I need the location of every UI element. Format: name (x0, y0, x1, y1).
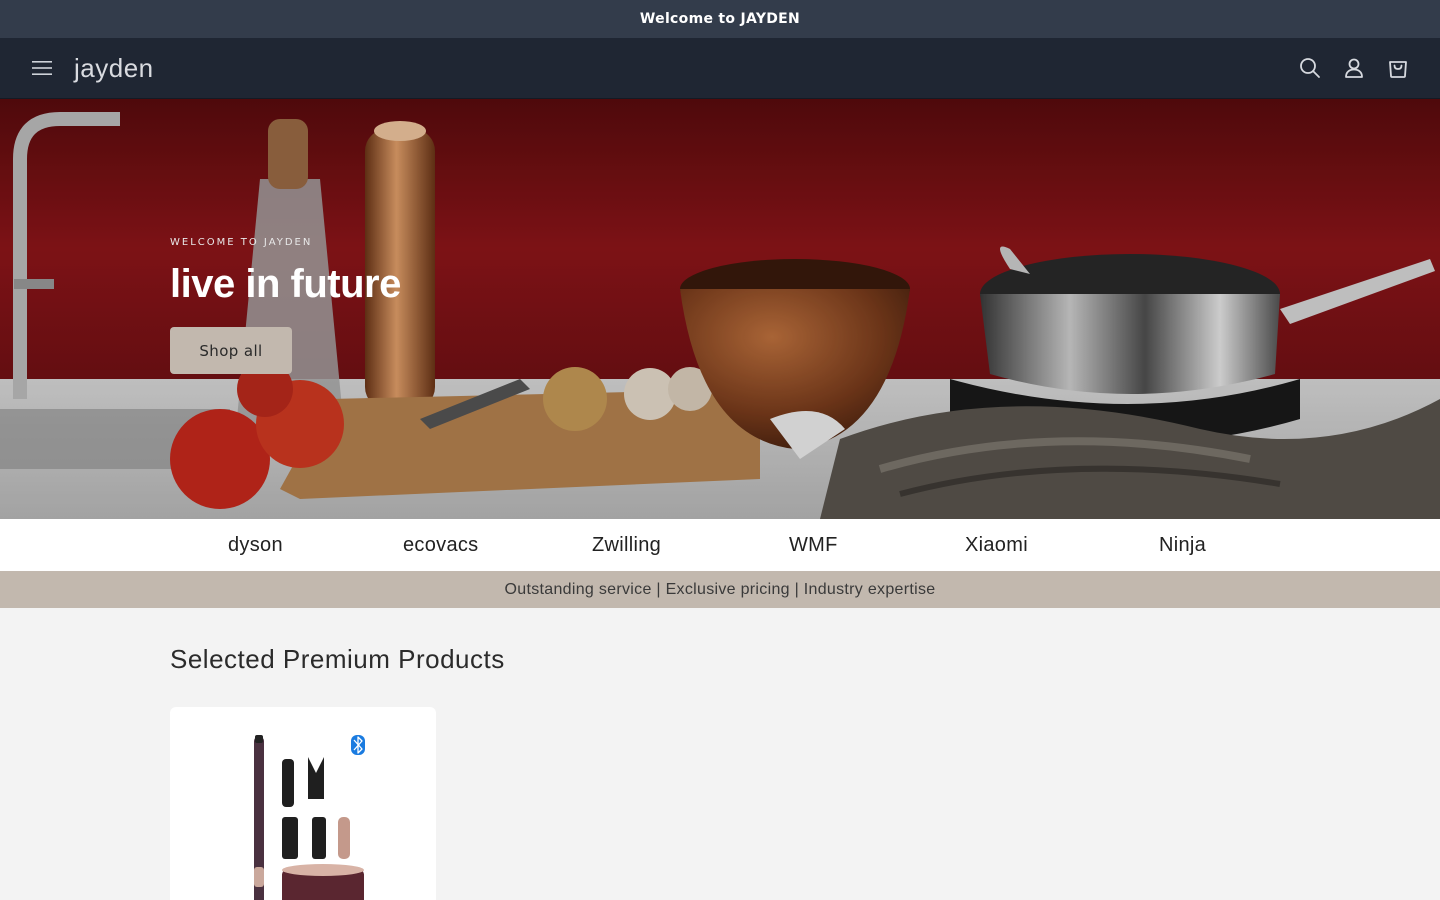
tagline-text: Outstanding service | Exclusive pricing … (504, 580, 936, 598)
account-button[interactable] (1336, 50, 1372, 86)
brand-zwilling[interactable]: Zwilling (592, 519, 661, 571)
product-card[interactable] (170, 707, 436, 900)
tagline-bar: Outstanding service | Exclusive pricing … (0, 571, 1440, 608)
product-image (254, 735, 365, 900)
brand-ecovacs[interactable]: ecovacs (403, 519, 478, 571)
menu-button[interactable] (24, 50, 60, 86)
shop-all-button[interactable]: Shop all (170, 327, 292, 374)
cart-icon (1389, 61, 1407, 78)
brand-dyson[interactable]: dyson (228, 519, 283, 571)
bluetooth-icon (351, 735, 365, 755)
hero-banner: WELCOME TO JAYDEN live in future Shop al… (0, 99, 1440, 519)
brand-ninja[interactable]: Ninja (1159, 519, 1206, 571)
announcement-bar: Welcome to JAYDEN (0, 0, 1440, 38)
section-title: Selected Premium Products (170, 644, 505, 674)
premium-products-section: Selected Premium Products (0, 608, 1440, 900)
account-icon (1345, 58, 1363, 78)
brand-xiaomi[interactable]: Xiaomi (965, 519, 1028, 571)
announcement-text: Welcome to JAYDEN (639, 11, 801, 27)
hero-title: live in future (170, 262, 401, 306)
hero-content: WELCOME TO JAYDEN live in future Shop al… (170, 237, 401, 374)
search-icon (1300, 58, 1320, 78)
search-button[interactable] (1292, 50, 1328, 86)
menu-icon (32, 61, 52, 75)
brand-bar: dyson ecovacs Zwilling WMF Xiaomi Ninja (0, 519, 1440, 571)
cart-button[interactable] (1380, 50, 1416, 86)
site-logo[interactable]: jayden (74, 53, 154, 84)
site-header: jayden (0, 38, 1440, 99)
brand-wmf[interactable]: WMF (789, 519, 838, 571)
hero-eyebrow: WELCOME TO JAYDEN (170, 237, 313, 248)
